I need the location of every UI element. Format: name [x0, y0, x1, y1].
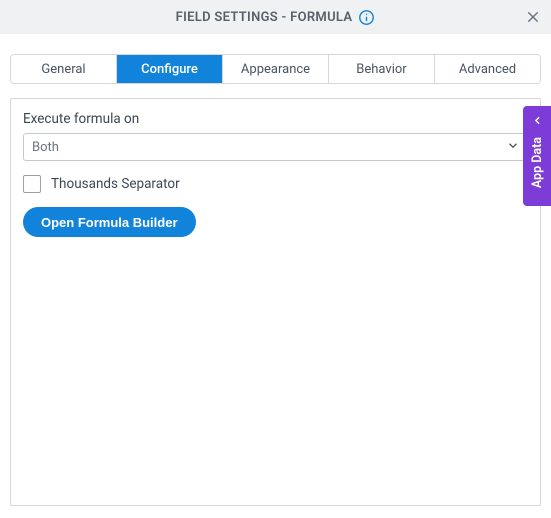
tab-appearance[interactable]: Appearance [223, 55, 329, 83]
tab-label: General [41, 62, 85, 77]
tab-advanced[interactable]: Advanced [435, 55, 540, 83]
tab-general[interactable]: General [11, 55, 117, 83]
thousands-separator-checkbox[interactable] [23, 175, 41, 193]
tabs: General Configure Appearance Behavior Ad… [10, 54, 541, 84]
tab-label: Behavior [356, 62, 406, 77]
thousands-separator-row: Thousands Separator [23, 175, 528, 193]
tab-label: Advanced [459, 62, 516, 77]
thousands-separator-label: Thousands Separator [51, 176, 180, 192]
open-formula-builder-button[interactable]: Open Formula Builder [23, 207, 196, 237]
dialog-title: FIELD SETTINGS - FORMULA [176, 10, 353, 25]
tab-behavior[interactable]: Behavior [329, 55, 435, 83]
button-label: Open Formula Builder [41, 215, 178, 230]
select-value: Both [32, 140, 59, 155]
chevron-left-icon [531, 112, 544, 131]
tab-configure[interactable]: Configure [117, 55, 223, 83]
dialog-header: FIELD SETTINGS - FORMULA [0, 0, 551, 34]
execute-formula-label: Execute formula on [23, 111, 528, 127]
info-icon[interactable] [358, 9, 375, 26]
side-tab-label: App Data [530, 137, 545, 188]
tabs-container: General Configure Appearance Behavior Ad… [0, 34, 551, 84]
close-icon[interactable] [525, 9, 541, 25]
select-value-display: Both [23, 133, 528, 161]
configure-panel: Execute formula on Both Thousands Separa… [10, 98, 541, 506]
app-data-side-tab[interactable]: App Data [523, 106, 551, 206]
tab-label: Configure [141, 62, 198, 77]
tab-label: Appearance [241, 62, 310, 77]
execute-formula-select[interactable]: Both [23, 133, 528, 161]
